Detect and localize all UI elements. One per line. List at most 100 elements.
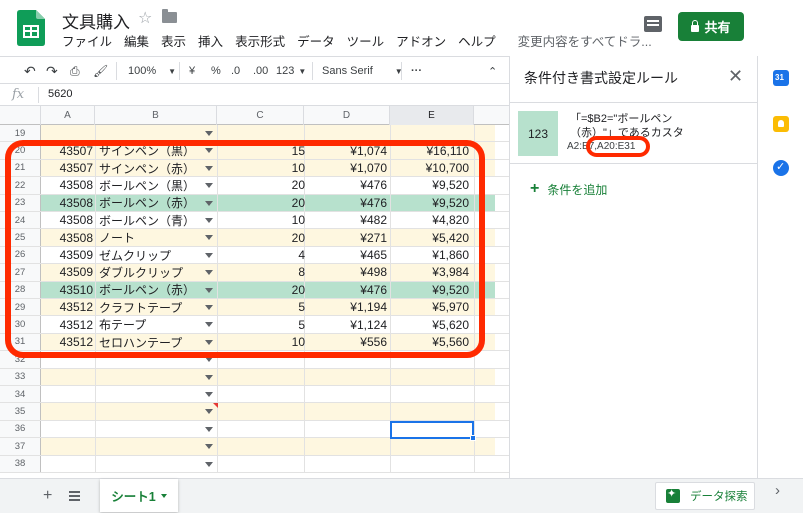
- dropdown-arrow-icon[interactable]: [205, 426, 213, 432]
- corner-cell[interactable]: [0, 106, 41, 125]
- cell-total[interactable]: [391, 125, 473, 141]
- comment-history-icon[interactable]: [644, 16, 662, 32]
- formula-input[interactable]: 5620: [48, 88, 72, 100]
- add-rule-button[interactable]: + 条件を追加: [530, 180, 607, 198]
- cell-unit-price[interactable]: [305, 438, 387, 454]
- document-title[interactable]: 文具購入: [62, 8, 130, 33]
- tasks-icon[interactable]: [773, 160, 789, 176]
- row-number[interactable]: 36: [0, 420, 41, 438]
- cell-date[interactable]: [41, 438, 95, 454]
- paint-format-icon[interactable]: 🖌: [93, 63, 108, 79]
- row-number[interactable]: 37: [0, 438, 41, 455]
- menu-edit[interactable]: 編集: [118, 31, 155, 50]
- cell-total[interactable]: [391, 403, 473, 419]
- cell-unit-price[interactable]: [305, 421, 387, 437]
- menu-addons[interactable]: アドオン: [390, 31, 452, 50]
- column-header-e[interactable]: E: [390, 106, 474, 125]
- row-number[interactable]: 19: [0, 125, 41, 142]
- redo-icon[interactable]: ↷: [46, 63, 58, 79]
- more-icon[interactable]: ···: [411, 63, 422, 79]
- row-cells[interactable]: [41, 368, 495, 385]
- row-cells[interactable]: [41, 386, 495, 403]
- dropdown-arrow-icon[interactable]: [205, 374, 213, 380]
- cell-quantity[interactable]: [219, 403, 305, 419]
- folder-icon[interactable]: [162, 9, 177, 23]
- menu-format[interactable]: 表示形式: [229, 31, 291, 50]
- menu-tools[interactable]: ツール: [341, 31, 391, 50]
- share-button[interactable]: 共有: [678, 12, 744, 41]
- column-header-a[interactable]: A: [41, 106, 95, 125]
- zoom-select[interactable]: 100% ▼: [128, 63, 176, 79]
- cell-quantity[interactable]: [219, 438, 305, 454]
- cell-quantity[interactable]: [219, 421, 305, 437]
- menu-view[interactable]: 表示: [155, 31, 192, 50]
- row-number[interactable]: 34: [0, 386, 41, 403]
- row-cells[interactable]: [41, 125, 495, 142]
- row-cells[interactable]: [41, 403, 495, 420]
- currency-format-button[interactable]: ¥: [189, 63, 195, 79]
- add-sheet-icon[interactable]: +: [43, 487, 52, 505]
- increase-decimal-button[interactable]: .00: [253, 63, 268, 79]
- cell-quantity[interactable]: [219, 369, 305, 385]
- column-header-d[interactable]: D: [304, 106, 390, 125]
- cell-quantity[interactable]: [219, 125, 305, 141]
- cell-date[interactable]: [41, 403, 95, 419]
- keep-icon[interactable]: [773, 116, 789, 132]
- percent-format-button[interactable]: %: [211, 63, 221, 79]
- cell-total[interactable]: [391, 386, 473, 402]
- column-header-b[interactable]: B: [95, 106, 217, 125]
- cell-unit-price[interactable]: [305, 386, 387, 402]
- dropdown-arrow-icon[interactable]: [205, 131, 213, 136]
- dropdown-arrow-icon[interactable]: [205, 409, 213, 415]
- decrease-decimal-button[interactable]: .0: [231, 63, 240, 79]
- menu-insert[interactable]: 挿入: [192, 31, 229, 50]
- menu-help[interactable]: ヘルプ: [452, 31, 502, 50]
- cell-unit-price[interactable]: [305, 125, 387, 141]
- selected-cell[interactable]: [390, 421, 474, 439]
- cell-unit-price[interactable]: [305, 369, 387, 385]
- expand-side-panel-icon[interactable]: ›: [775, 482, 780, 499]
- cell-total[interactable]: [391, 438, 473, 454]
- row-number[interactable]: 38: [0, 455, 41, 472]
- column-header-c[interactable]: C: [217, 106, 304, 125]
- close-icon[interactable]: ✕: [728, 66, 743, 87]
- cell-date[interactable]: [41, 456, 95, 472]
- calendar-icon[interactable]: [773, 70, 789, 86]
- star-icon[interactable]: ☆: [138, 8, 152, 28]
- row-number[interactable]: 35: [0, 403, 41, 420]
- sheets-logo-icon[interactable]: [17, 10, 45, 46]
- row-cells[interactable]: [41, 455, 495, 472]
- dropdown-arrow-icon[interactable]: [205, 461, 213, 467]
- table-row[interactable]: 34: [0, 386, 509, 404]
- fill-handle[interactable]: [470, 435, 476, 441]
- format-rule-card[interactable]: 123 「=$B2="ボールペン （赤）"」であるカスタ A2:E7,A20:E…: [510, 102, 757, 164]
- collapse-toolbar-icon[interactable]: ⌃: [488, 63, 497, 79]
- all-sheets-icon[interactable]: [69, 491, 80, 493]
- cell-total[interactable]: [391, 456, 473, 472]
- table-row[interactable]: 37: [0, 438, 509, 456]
- cell-date[interactable]: [41, 386, 95, 402]
- cell-quantity[interactable]: [219, 456, 305, 472]
- chevron-down-icon[interactable]: [160, 493, 167, 498]
- sheet-tab-1[interactable]: シート1: [100, 479, 178, 512]
- table-row[interactable]: 38: [0, 455, 509, 473]
- dropdown-arrow-icon[interactable]: [205, 392, 213, 397]
- menu-file[interactable]: ファイル: [56, 31, 118, 50]
- menu-data[interactable]: データ: [291, 31, 341, 50]
- cell-unit-price[interactable]: [305, 456, 387, 472]
- cell-date[interactable]: [41, 125, 95, 141]
- print-icon[interactable]: ⎙: [70, 63, 80, 79]
- row-cells[interactable]: [41, 438, 495, 455]
- cell-unit-price[interactable]: [305, 403, 387, 419]
- last-edit-link[interactable]: 変更内容をすべてドラ...: [512, 31, 658, 50]
- row-number[interactable]: 33: [0, 368, 41, 385]
- font-select[interactable]: Sans Serif ▼: [322, 63, 403, 79]
- number-format-select[interactable]: 123 ▼: [276, 63, 306, 79]
- cell-date[interactable]: [41, 369, 95, 385]
- table-row[interactable]: 33: [0, 368, 509, 386]
- dropdown-arrow-icon[interactable]: [205, 444, 213, 450]
- table-row[interactable]: 35: [0, 403, 509, 421]
- cell-date[interactable]: [41, 421, 95, 437]
- undo-icon[interactable]: ↶: [24, 63, 36, 79]
- explore-button[interactable]: データ探索: [655, 482, 755, 510]
